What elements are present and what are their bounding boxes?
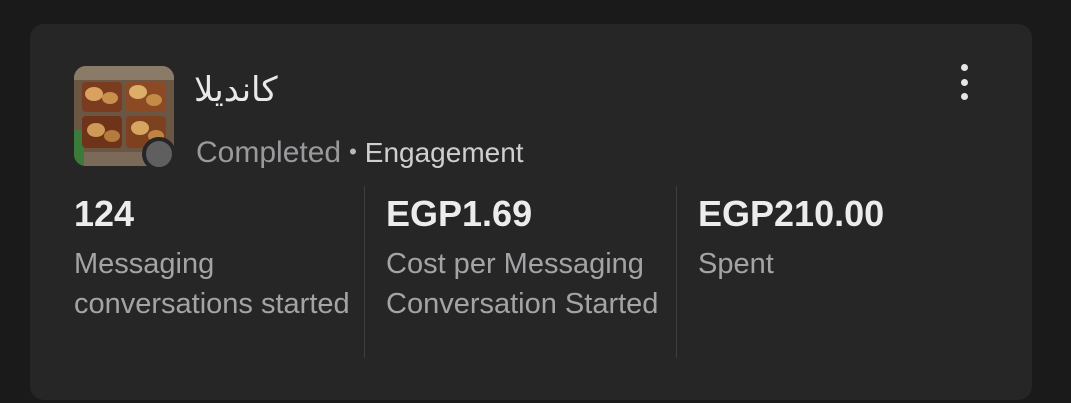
metric-divider (676, 186, 677, 358)
metric-conversations: 124 Messaging conversations started (74, 192, 354, 324)
metric-value: 124 (74, 193, 135, 234)
metric-cost-per-conversation: EGP1.69 Cost per Messaging Conversation … (386, 192, 686, 324)
status-dot-icon (142, 137, 176, 171)
campaign-objective: Engagement (364, 137, 524, 168)
metric-value: EGP210.00 (698, 193, 885, 234)
metric-value: EGP1.69 (386, 193, 533, 234)
metric-label: Cost per Messaging Conversation Started (386, 248, 659, 320)
metric-spent: EGP210.00 Spent (698, 192, 998, 284)
campaign-meta: Completed • Engagement (196, 136, 524, 170)
campaign-name: كانديلا (194, 70, 278, 110)
more-options-icon[interactable] (952, 62, 976, 102)
metric-label: Spent (698, 248, 774, 280)
metric-divider (364, 186, 365, 358)
meta-separator: • (349, 139, 357, 164)
metric-label: Messaging conversations started (74, 248, 350, 320)
campaign-card[interactable]: كانديلا Completed • Engagement 124 Messagi… (30, 24, 1032, 400)
campaign-status: Completed (196, 136, 342, 169)
